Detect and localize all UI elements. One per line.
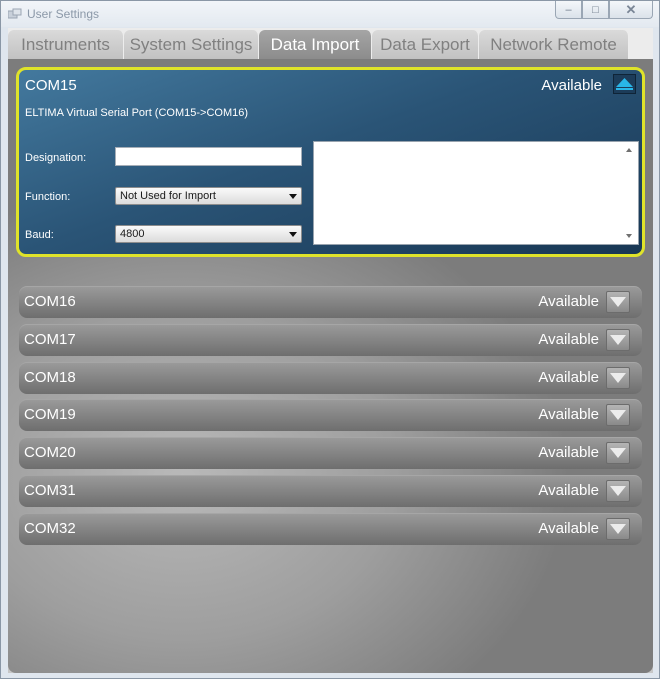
title-bar[interactable]: User Settings – □ ✕ [1,1,659,27]
client-area: Instruments System Settings Data Import … [8,28,653,673]
app-icon [8,8,22,19]
chevron-down-icon [610,524,626,534]
port-status: Available [541,77,602,94]
baud-selected-value: 4800 [120,228,145,240]
expand-button[interactable] [606,291,630,313]
port-status: Available [538,482,599,499]
port-name: COM18 [24,369,76,386]
port-status: Available [538,293,599,310]
port-name: COM20 [24,444,76,461]
port-row-com19[interactable]: COM19 Available [19,399,642,431]
port-row-com17[interactable]: COM17 Available [19,324,642,356]
chevron-down-icon [610,448,626,458]
maximize-icon: □ [592,3,599,16]
collapse-button[interactable] [613,74,636,94]
port-row-com31[interactable]: COM31 Available [19,475,642,507]
expand-button[interactable] [606,367,630,389]
chevron-down-icon [610,297,626,307]
close-icon: ✕ [625,1,637,17]
port-status: Available [538,369,599,386]
minimize-button[interactable]: – [555,1,582,19]
port-card-com15: COM15 Available ELTIMA Virtual Serial Po… [16,67,645,257]
dropdown-arrow-icon [289,232,297,237]
minimize-icon: – [565,3,572,16]
chevron-down-icon [610,335,626,345]
function-label: Function: [25,191,71,203]
tab-data-import[interactable]: Data Import [259,30,372,59]
port-name: COM31 [24,482,76,499]
expand-button[interactable] [606,480,630,502]
maximize-button[interactable]: □ [582,1,609,19]
port-name: COM19 [24,406,76,423]
tab-system-settings[interactable]: System Settings [124,30,259,59]
port-status: Available [538,520,599,537]
port-status: Available [538,444,599,461]
port-status: Available [538,406,599,423]
port-row-com32[interactable]: COM32 Available [19,513,642,545]
window-title: User Settings [27,7,100,21]
scroll-down-icon[interactable] [626,234,632,238]
user-settings-window: User Settings – □ ✕ Instruments System S… [0,0,660,679]
port-log-textarea[interactable] [313,141,639,245]
port-row-com20[interactable]: COM20 Available [19,437,642,469]
dropdown-arrow-icon [289,194,297,199]
designation-input[interactable] [115,147,302,166]
port-name: COM17 [24,331,76,348]
port-description: ELTIMA Virtual Serial Port (COM15->COM16… [25,107,249,119]
expand-button[interactable] [606,518,630,540]
baud-label: Baud: [25,229,54,241]
expand-button[interactable] [606,442,630,464]
chevron-down-icon [610,486,626,496]
port-name: COM16 [24,293,76,310]
chevron-up-icon [616,78,633,90]
tab-data-export[interactable]: Data Export [372,30,479,59]
tab-network-remote[interactable]: Network Remote [479,30,629,59]
data-import-panel: COM15 Available ELTIMA Virtual Serial Po… [8,59,653,673]
expand-button[interactable] [606,329,630,351]
scroll-up-icon[interactable] [626,148,632,152]
port-name: COM32 [24,520,76,537]
close-button[interactable]: ✕ [609,1,653,19]
tab-instruments[interactable]: Instruments [8,30,124,59]
baud-select[interactable]: 4800 [115,225,302,243]
chevron-down-icon [610,410,626,420]
port-name: COM15 [25,77,77,94]
function-selected-value: Not Used for Import [120,190,216,202]
port-status: Available [538,331,599,348]
designation-label: Designation: [25,152,87,164]
function-select[interactable]: Not Used for Import [115,187,302,205]
expand-button[interactable] [606,404,630,426]
tab-strip: Instruments System Settings Data Import … [8,28,653,59]
port-row-com16[interactable]: COM16 Available [19,286,642,318]
chevron-down-icon [610,373,626,383]
window-controls: – □ ✕ [555,1,653,19]
port-row-com18[interactable]: COM18 Available [19,362,642,394]
